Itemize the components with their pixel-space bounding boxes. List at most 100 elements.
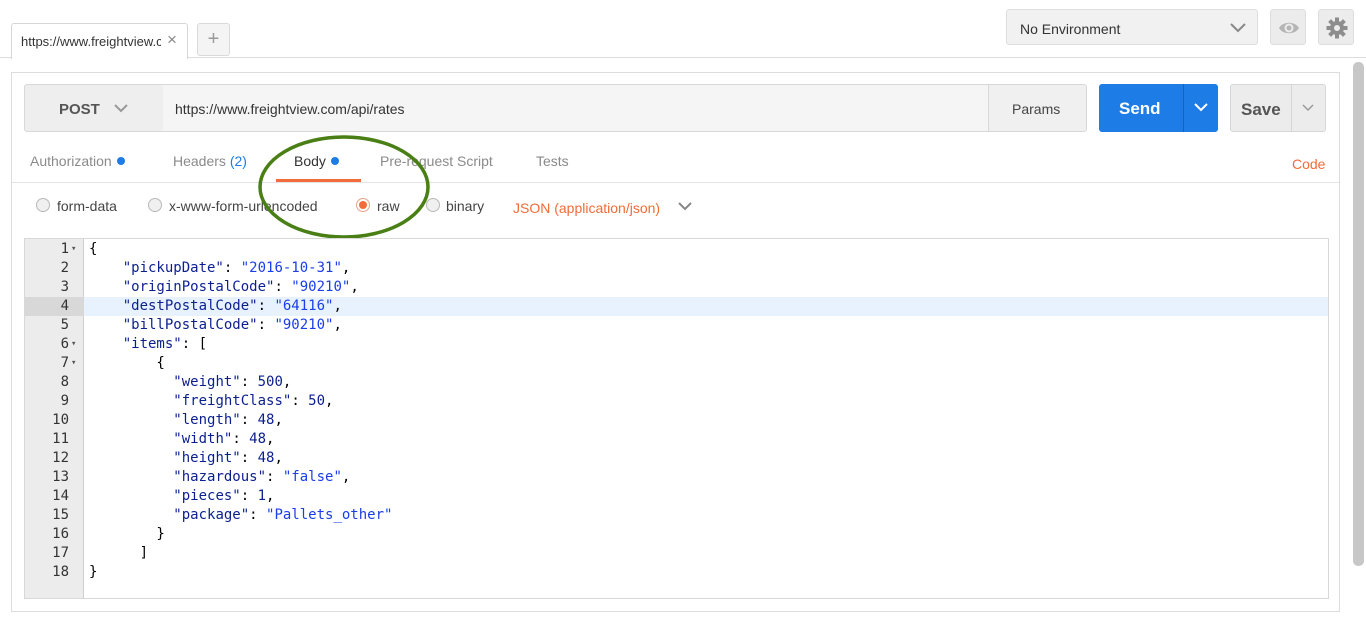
code-line[interactable]: 18} <box>25 563 1328 582</box>
new-tab-button[interactable]: + <box>197 23 230 56</box>
radio-urlencoded[interactable] <box>148 198 162 212</box>
radio-form-data[interactable] <box>36 198 50 212</box>
code-line[interactable]: 2 "pickupDate": "2016-10-31", <box>25 259 1328 278</box>
tab-label: https://www.freightview.com/api/rates <box>21 34 161 49</box>
chevron-down-icon <box>1230 23 1246 33</box>
params-button[interactable]: Params <box>988 84 1087 132</box>
code-line[interactable]: 9 "freightClass": 50, <box>25 392 1328 411</box>
line-number-cell: 7 ▾ <box>25 354 84 373</box>
code-line[interactable]: 5 "billPostalCode": "90210", <box>25 316 1328 335</box>
radio-binary[interactable] <box>426 198 440 212</box>
code-line[interactable]: 16 } <box>25 525 1328 544</box>
line-number-cell: 3 <box>25 278 84 297</box>
code-text: "pieces": 1, <box>173 488 275 504</box>
line-number-cell: 11 <box>25 430 84 449</box>
line-number: 1 <box>60 241 69 257</box>
code-text: "weight": 500, <box>173 374 292 390</box>
headers-count: (2) <box>229 153 247 169</box>
code-text: } <box>89 564 98 580</box>
code-line[interactable]: 11 "width": 48, <box>25 430 1328 449</box>
code-line[interactable]: 3 "originPostalCode": "90210", <box>25 278 1328 297</box>
send-dropdown-button[interactable] <box>1183 84 1218 132</box>
eye-icon[interactable] <box>1270 9 1306 45</box>
code-text: "hazardous": "false", <box>173 469 351 485</box>
code-text: "width": 48, <box>173 431 275 447</box>
tab-authorization[interactable]: Authorization <box>30 153 125 169</box>
line-number: 4 <box>60 298 69 314</box>
url-input[interactable]: https://www.freightview.com/api/rates <box>163 84 989 132</box>
line-number-cell: 14 <box>25 487 84 506</box>
save-button[interactable]: Save <box>1230 84 1292 132</box>
chevron-down-icon <box>1194 103 1208 112</box>
code-text: "items": [ <box>122 336 208 352</box>
code-text: "height": 48, <box>173 450 283 466</box>
send-button[interactable]: Send <box>1099 84 1183 132</box>
code-line[interactable]: 12 "height": 48, <box>25 449 1328 468</box>
code-line[interactable]: 6 ▾ "items": [ <box>25 335 1328 354</box>
status-dot <box>116 157 125 165</box>
save-dropdown-button[interactable] <box>1291 84 1326 132</box>
code-line[interactable]: 14 "pieces": 1, <box>25 487 1328 506</box>
line-number: 3 <box>60 279 69 295</box>
environment-label: No Environment <box>1020 21 1121 37</box>
scrollbar[interactable] <box>1353 62 1364 566</box>
radio-label: form-data <box>57 198 117 214</box>
chevron-down-icon[interactable] <box>677 199 693 213</box>
code-text: "package": "Pallets_other" <box>173 507 393 523</box>
line-number: 13 <box>52 469 69 485</box>
line-number: 11 <box>52 431 69 447</box>
line-number-cell: 1 ▾ <box>25 240 84 259</box>
line-number: 10 <box>52 412 69 428</box>
content-type-select[interactable]: JSON (application/json) <box>513 200 660 216</box>
code-text: "destPostalCode": "64116", <box>122 298 342 314</box>
code-line[interactable]: 8 "weight": 500, <box>25 373 1328 392</box>
code-line[interactable]: 15 "package": "Pallets_other" <box>25 506 1328 525</box>
tab-body[interactable]: Body <box>294 153 339 169</box>
tab-label: Authorization <box>30 153 112 169</box>
line-number-cell: 9 <box>25 392 84 411</box>
method-select[interactable]: POST <box>24 84 164 132</box>
code-line[interactable]: 4 "destPostalCode": "64116", <box>25 297 1328 316</box>
code-text: { <box>89 241 98 257</box>
line-number: 6 <box>60 336 69 352</box>
chevron-down-icon <box>1302 104 1314 112</box>
tab-tests[interactable]: Tests <box>536 153 569 169</box>
line-number: 9 <box>60 393 69 409</box>
fold-arrow-icon[interactable]: ▾ <box>71 335 76 354</box>
fold-arrow-icon[interactable]: ▾ <box>71 354 76 373</box>
code-text: "billPostalCode": "90210", <box>122 317 342 333</box>
params-label: Params <box>1012 101 1061 117</box>
code-line[interactable]: 13 "hazardous": "false", <box>25 468 1328 487</box>
line-number-cell: 2 <box>25 259 84 278</box>
code-text: { <box>89 355 165 371</box>
line-number: 12 <box>52 450 69 466</box>
radio-label: binary <box>446 198 485 214</box>
code-editor[interactable]: 1 ▾{2 "pickupDate": "2016-10-31", 3 "origi… <box>24 238 1329 599</box>
tab-pre-request-script[interactable]: Pre-request Script <box>380 153 493 169</box>
line-number-cell: 6 ▾ <box>25 335 84 354</box>
gear-icon[interactable] <box>1318 9 1354 45</box>
code-line[interactable]: 17 ] <box>25 544 1328 563</box>
tab-label: Body <box>294 153 326 169</box>
url-text: https://www.freightview.com/api/rates <box>175 101 405 117</box>
send-label: Send <box>1119 99 1161 118</box>
code-line[interactable]: 1 ▾ { <box>25 240 1328 259</box>
line-number: 17 <box>52 545 69 561</box>
radio-raw[interactable] <box>356 198 370 212</box>
code-line[interactable]: 10 "length": 48, <box>25 411 1328 430</box>
code-link[interactable]: Code <box>1292 156 1325 172</box>
tab-headers[interactable]: Headers (2) <box>173 153 247 169</box>
method-label: POST <box>59 101 100 118</box>
line-number-cell: 18 <box>25 563 84 582</box>
environment-select[interactable]: No Environment <box>1006 9 1258 45</box>
close-icon[interactable]: × <box>167 31 177 49</box>
fold-arrow-icon[interactable]: ▾ <box>71 240 76 259</box>
line-number: 16 <box>52 526 69 542</box>
code-line[interactable]: 7 ▾ { <box>25 354 1328 373</box>
request-tab[interactable]: https://www.freightview.com/api/rates × <box>11 23 188 59</box>
line-number-cell: 15 <box>25 506 84 525</box>
code-text: } <box>89 526 165 542</box>
tab-label: Tests <box>536 153 569 169</box>
tabs-divider <box>12 182 1339 183</box>
line-number-cell: 17 <box>25 544 84 563</box>
